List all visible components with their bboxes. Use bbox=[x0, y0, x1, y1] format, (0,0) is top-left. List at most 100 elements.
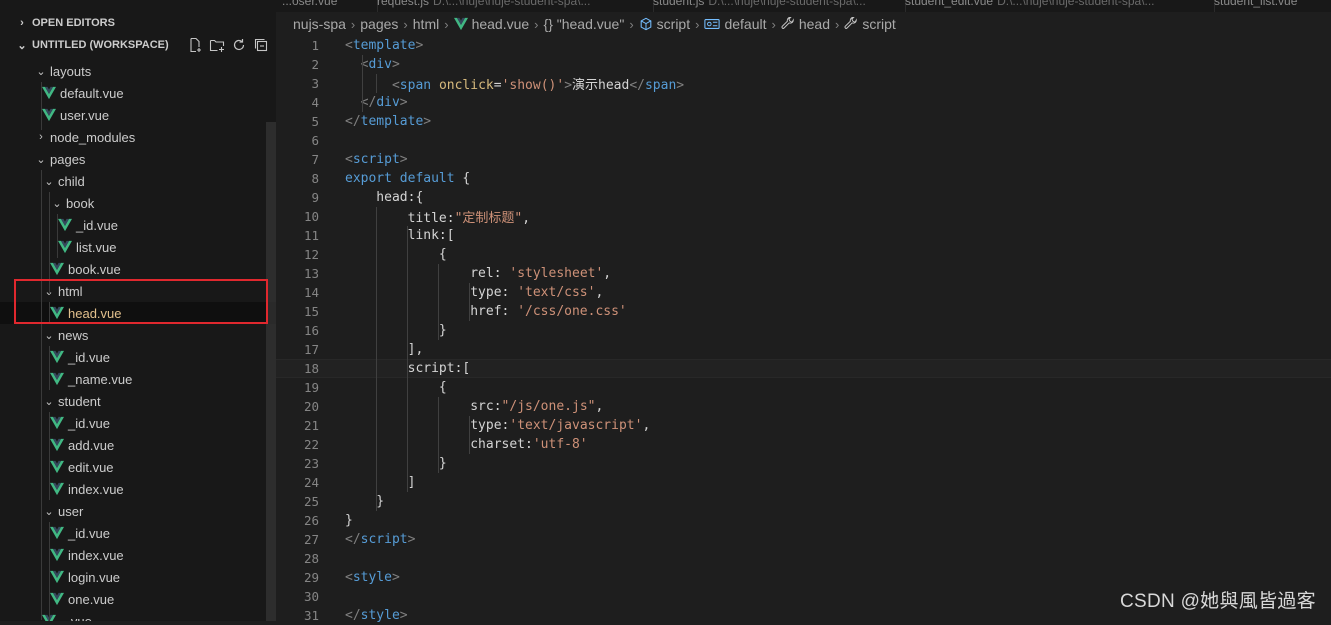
code-line: 27 </script> bbox=[276, 530, 1331, 549]
code-line: 14 type: 'text/css', bbox=[276, 283, 1331, 302]
code-text: </script> bbox=[345, 532, 416, 547]
vue-file-icon bbox=[50, 570, 64, 584]
tab-description: D:\...\nuje\nuje-student-spa\... bbox=[997, 0, 1155, 8]
indent-guide bbox=[376, 207, 377, 511]
editor-tab[interactable]: ...oser.vue bbox=[276, 0, 378, 12]
line-number: 19 bbox=[303, 380, 319, 395]
chevron-down-icon: ⌄ bbox=[36, 153, 46, 166]
vue-file-icon bbox=[50, 438, 64, 452]
indent-guide bbox=[49, 192, 50, 294]
tree-item-label: child bbox=[58, 173, 85, 189]
editor-tab[interactable]: request.js D:\...\nuje\nuje-student-spa\.… bbox=[371, 0, 654, 12]
code-line: 3 <span onclick='show()'>演示head</span> bbox=[276, 74, 1331, 93]
code-text: src:"/js/one.js", bbox=[345, 399, 604, 414]
indent-guide bbox=[41, 170, 42, 620]
breadcrumb-separator-icon: › bbox=[534, 16, 539, 32]
line-number: 2 bbox=[311, 57, 319, 72]
breadcrumb-item[interactable]: default bbox=[704, 16, 767, 32]
code-text: </template> bbox=[345, 114, 432, 129]
line-number: 11 bbox=[303, 228, 319, 243]
code-editor[interactable]: 1 <template> 2 <div> 3 <span onclick='show(… bbox=[276, 36, 1331, 623]
code-line: 21 type:'text/javascript', bbox=[276, 416, 1331, 435]
code-line: 6 bbox=[276, 131, 1331, 150]
tree-folder-item[interactable]: ⌄ layouts bbox=[0, 60, 276, 82]
code-text: charset:'utf-8' bbox=[470, 437, 588, 452]
editor-tabs: ...oser.vue request.js D:\...\nuje\nuje-st… bbox=[276, 0, 1331, 12]
breadcrumb-label: script bbox=[656, 16, 691, 32]
breadcrumb-separator-icon: › bbox=[835, 16, 840, 32]
line-number: 16 bbox=[303, 323, 319, 338]
breadcrumb-item[interactable]: head bbox=[781, 16, 830, 32]
tree-item-label: pages bbox=[50, 151, 86, 167]
code-text: } bbox=[345, 494, 385, 509]
workspace-header[interactable]: ⌄ UNTITLED (WORKSPACE) bbox=[0, 34, 276, 56]
line-number: 1 bbox=[311, 38, 319, 53]
breadcrumb-item[interactable]: head.vue bbox=[453, 16, 530, 32]
explorer-sidebar: › OPEN EDITORS ⌄ UNTITLED (WORKSPACE) ⌄ l… bbox=[0, 0, 276, 621]
breadcrumb-label: default bbox=[724, 16, 767, 32]
code-text: <script> bbox=[345, 152, 408, 167]
code-text: ] bbox=[345, 475, 416, 490]
line-number: 29 bbox=[303, 570, 319, 585]
code-line: 8 export default { bbox=[276, 169, 1331, 188]
tab-label: student_list.vue bbox=[1214, 0, 1298, 8]
breadcrumb-item[interactable]: pages bbox=[360, 16, 398, 32]
indent-guide bbox=[469, 416, 470, 454]
editor-tab[interactable]: student_list.vue bbox=[1208, 0, 1331, 12]
tab-description: D:\...\nuje\nuje-student-spa\... bbox=[708, 0, 866, 8]
indent-guide bbox=[469, 283, 470, 321]
breadcrumb-item[interactable]: html bbox=[413, 16, 439, 32]
new-folder-icon[interactable] bbox=[208, 36, 226, 54]
editor-tab[interactable]: student.js D:\...\nuje\nuje-student-spa\.… bbox=[647, 0, 906, 12]
vue-file-icon bbox=[50, 350, 64, 364]
code-text: rel: 'stylesheet', bbox=[345, 266, 612, 281]
chevron-down-icon: ⌄ bbox=[44, 395, 54, 408]
new-file-icon[interactable] bbox=[186, 36, 204, 54]
tree-item-label: ...vue bbox=[60, 613, 92, 622]
open-editors-header[interactable]: › OPEN EDITORS bbox=[0, 12, 276, 34]
code-text: } bbox=[345, 456, 447, 471]
chevron-right-icon: › bbox=[39, 131, 43, 143]
code-text: { bbox=[345, 380, 447, 395]
code-line: 9 head:{ bbox=[276, 188, 1331, 207]
vue-file-icon bbox=[50, 482, 64, 496]
collapse-all-icon[interactable] bbox=[252, 36, 270, 54]
breadcrumb-separator-icon: › bbox=[350, 16, 356, 32]
code-text: <style> bbox=[345, 570, 400, 585]
code-line: 28 bbox=[276, 549, 1331, 568]
line-number: 28 bbox=[303, 551, 319, 566]
breadcrumb-label: html bbox=[412, 16, 440, 32]
breadcrumb-item[interactable]: script bbox=[639, 16, 690, 32]
breadcrumb-item[interactable]: script bbox=[844, 16, 896, 32]
code-line: 5 </template> bbox=[276, 112, 1331, 131]
line-number: 9 bbox=[311, 190, 319, 205]
vue-file-icon bbox=[58, 218, 72, 232]
refresh-icon[interactable] bbox=[230, 36, 248, 54]
code-text: export default { bbox=[345, 171, 471, 186]
indent-guide bbox=[49, 346, 50, 390]
code-text: type: 'text/css', bbox=[345, 285, 604, 300]
line-number: 8 bbox=[311, 171, 319, 186]
sidebar-scrollbar[interactable] bbox=[266, 122, 276, 621]
breadcrumb-separator-icon: › bbox=[629, 16, 634, 32]
editor-tab[interactable]: student_edit.vue D:\...\nuje\nuje-student… bbox=[899, 0, 1215, 12]
breadcrumb-item[interactable]: nujs-spa bbox=[293, 16, 346, 32]
line-number: 12 bbox=[303, 247, 319, 262]
tab-description: D:\...\nuje\nuje-student-spa\... bbox=[433, 0, 591, 8]
vue-file-icon bbox=[42, 86, 56, 100]
code-line: 13 rel: 'stylesheet', bbox=[276, 264, 1331, 283]
breadcrumb-separator-icon: › bbox=[695, 16, 700, 32]
line-number: 21 bbox=[303, 418, 319, 433]
tree-folder-item[interactable]: ⌄ pages bbox=[0, 148, 276, 170]
tab-label: request.js bbox=[377, 0, 430, 8]
indent-guide bbox=[376, 74, 377, 93]
workspace-label: UNTITLED (WORKSPACE) bbox=[32, 39, 169, 51]
watermark: CSDN @她與風皆過客 bbox=[1119, 591, 1316, 612]
breadcrumb-label: head.vue bbox=[471, 16, 530, 32]
code-line: 11 link:[ bbox=[276, 226, 1331, 245]
breadcrumb-label: nujs-spa bbox=[293, 16, 346, 32]
tree-item-label: layouts bbox=[50, 63, 92, 79]
code-line: 18 script:[ bbox=[276, 359, 1331, 378]
code-text: ], bbox=[345, 342, 424, 357]
breadcrumb-item[interactable]: {} "head.vue" bbox=[544, 16, 625, 32]
